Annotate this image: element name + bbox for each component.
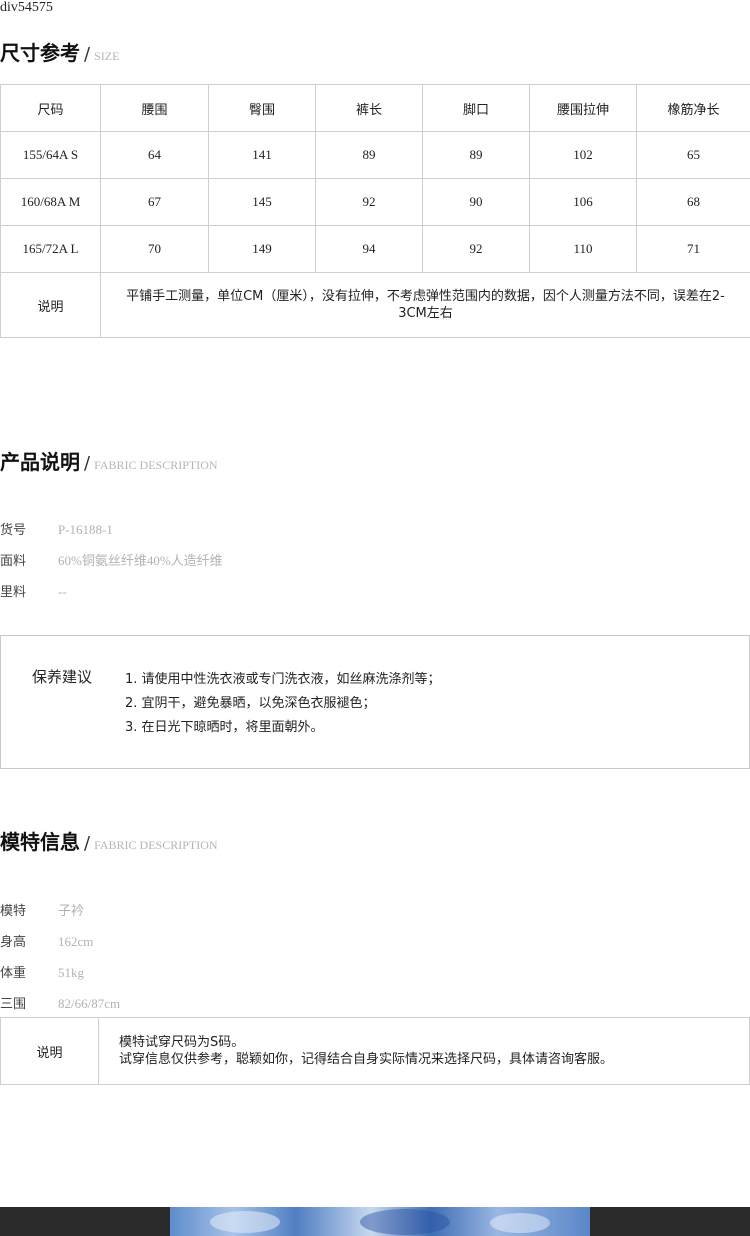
model-info-row-weight: 体重 51kg bbox=[0, 962, 84, 981]
info-value: -- bbox=[58, 584, 67, 599]
size-table-row: 160/68A M 67 145 92 90 106 68 bbox=[0, 178, 750, 226]
size-cell: 67 bbox=[100, 178, 209, 226]
size-title-slash: / bbox=[84, 44, 91, 65]
size-cell: 89 bbox=[422, 131, 530, 179]
product-info-row-sku: 货号 P-16188-1 bbox=[0, 519, 113, 538]
model-title-subtitle: FABRIC DESCRIPTION bbox=[94, 838, 218, 852]
size-cell: 68 bbox=[636, 178, 750, 226]
care-list: 1. 请使用中性洗衣液或专门洗衣液，如丝麻洗涤剂等； 2. 宜阴干，避免暴晒，以… bbox=[125, 668, 441, 740]
product-section-title: 产品说明 / FABRIC DESCRIPTION bbox=[0, 446, 218, 475]
size-cell: 149 bbox=[208, 225, 316, 273]
product-title-subtitle: FABRIC DESCRIPTION bbox=[94, 458, 218, 472]
info-label: 身高 bbox=[0, 935, 27, 950]
care-box: 保养建议 1. 请使用中性洗衣液或专门洗衣液，如丝麻洗涤剂等； 2. 宜阴干，避… bbox=[0, 635, 750, 769]
model-note-line: 模特试穿尺码为S码。 bbox=[119, 1035, 245, 1050]
model-info-row-measurements: 三围 82/66/87cm bbox=[0, 993, 120, 1012]
size-header-cell: 裤长 bbox=[315, 84, 423, 132]
care-item: 1. 请使用中性洗衣液或专门洗衣液，如丝麻洗涤剂等； bbox=[125, 672, 441, 687]
size-cell: 90 bbox=[422, 178, 530, 226]
model-note-label: 说明 bbox=[0, 1017, 99, 1085]
model-title-text: 模特信息 bbox=[0, 830, 80, 854]
model-note-row: 说明 模特试穿尺码为S码。 试穿信息仅供参考，聪颖如你，记得结合自身实际情况来选… bbox=[0, 1017, 750, 1085]
product-photo bbox=[0, 1207, 750, 1236]
size-table-note-row: 说明 平铺手工测量，单位CM（厘米），没有拉伸，不考虑弹性范围内的数据，因个人测… bbox=[0, 272, 750, 338]
product-detail-page: div54575 尺寸参考 / SIZE 尺码 腰围 臀围 裤长 脚口 腰围拉伸 橡… bbox=[0, 0, 750, 1236]
size-cell: 92 bbox=[315, 178, 423, 226]
size-cell: 110 bbox=[529, 225, 637, 273]
size-cell: 92 bbox=[422, 225, 530, 273]
size-table: 尺码 腰围 臀围 裤长 脚口 腰围拉伸 橡筋净长 155/64A S 64 14… bbox=[0, 84, 750, 338]
info-label: 模特 bbox=[0, 904, 27, 919]
size-cell: 70 bbox=[100, 225, 209, 273]
size-table-row: 155/64A S 64 141 89 89 102 65 bbox=[0, 131, 750, 179]
size-cell: 94 bbox=[315, 225, 423, 273]
info-label: 面料 bbox=[0, 554, 27, 569]
info-value: 82/66/87cm bbox=[58, 996, 121, 1011]
size-cell: 160/68A M bbox=[0, 178, 101, 226]
size-title-text: 尺寸参考 bbox=[0, 41, 80, 65]
size-cell: 106 bbox=[529, 178, 637, 226]
size-cell: 89 bbox=[315, 131, 423, 179]
info-value: 60%铜氨丝纤维40%人造纤维 bbox=[58, 553, 223, 568]
info-label: 体重 bbox=[0, 966, 27, 981]
care-item: 3. 在日光下晾晒时，将里面朝外。 bbox=[125, 720, 324, 735]
info-value: P-16188-1 bbox=[58, 522, 113, 537]
model-note-line: 试穿信息仅供参考，聪颖如你，记得结合自身实际情况来选择尺码，具体请咨询客服。 bbox=[119, 1052, 614, 1067]
size-header-cell: 尺码 bbox=[0, 84, 101, 132]
size-cell: 145 bbox=[208, 178, 316, 226]
model-info-row-name: 模特 子衿 bbox=[0, 900, 84, 919]
size-header-cell: 橡筋净长 bbox=[636, 84, 750, 132]
info-value: 162cm bbox=[58, 934, 94, 949]
product-title-text: 产品说明 bbox=[0, 450, 80, 474]
model-section-title: 模特信息 / FABRIC DESCRIPTION bbox=[0, 826, 218, 855]
size-table-header-row: 尺码 腰围 臀围 裤长 脚口 腰围拉伸 橡筋净长 bbox=[0, 84, 750, 132]
info-value: 子衿 bbox=[58, 903, 85, 918]
size-cell: 64 bbox=[100, 131, 209, 179]
size-cell: 102 bbox=[529, 131, 637, 179]
size-header-cell: 臀围 bbox=[208, 84, 316, 132]
size-cell: 71 bbox=[636, 225, 750, 273]
size-cell: 65 bbox=[636, 131, 750, 179]
size-title-subtitle: SIZE bbox=[94, 49, 120, 63]
care-item: 2. 宜阴干，避免暴晒，以免深色衣服褪色； bbox=[125, 696, 376, 711]
info-label: 货号 bbox=[0, 523, 27, 538]
info-label: 里料 bbox=[0, 585, 27, 600]
size-table-row: 165/72A L 70 149 94 92 110 71 bbox=[0, 225, 750, 273]
size-cell: 155/64A S bbox=[0, 131, 101, 179]
size-header-cell: 腰围拉伸 bbox=[529, 84, 637, 132]
model-info-row-height: 身高 162cm bbox=[0, 931, 93, 950]
size-header-cell: 脚口 bbox=[422, 84, 530, 132]
size-cell: 165/72A L bbox=[0, 225, 101, 273]
size-header-cell: 腰围 bbox=[100, 84, 209, 132]
product-info-row-fabric: 面料 60%铜氨丝纤维40%人造纤维 bbox=[0, 550, 223, 569]
info-label: 三围 bbox=[0, 997, 27, 1012]
model-title-slash: / bbox=[84, 833, 91, 854]
product-title-slash: / bbox=[84, 453, 91, 474]
div-id-label: div54575 bbox=[0, 0, 53, 15]
model-note-table: 说明 模特试穿尺码为S码。 试穿信息仅供参考，聪颖如你，记得结合自身实际情况来选… bbox=[0, 1017, 750, 1085]
size-note-text: 平铺手工测量，单位CM（厘米），没有拉伸，不考虑弹性范围内的数据，因个人测量方法… bbox=[100, 272, 750, 338]
product-info-row-lining: 里料 -- bbox=[0, 581, 67, 600]
size-section-title: 尺寸参考 / SIZE bbox=[0, 37, 119, 66]
info-value: 51kg bbox=[58, 965, 84, 980]
size-cell: 141 bbox=[208, 131, 316, 179]
model-note-text: 模特试穿尺码为S码。 试穿信息仅供参考，聪颖如你，记得结合自身实际情况来选择尺码… bbox=[98, 1017, 750, 1085]
dress-fabric-image bbox=[170, 1207, 590, 1236]
care-title: 保养建议 bbox=[32, 668, 93, 686]
size-note-label: 说明 bbox=[0, 272, 101, 338]
